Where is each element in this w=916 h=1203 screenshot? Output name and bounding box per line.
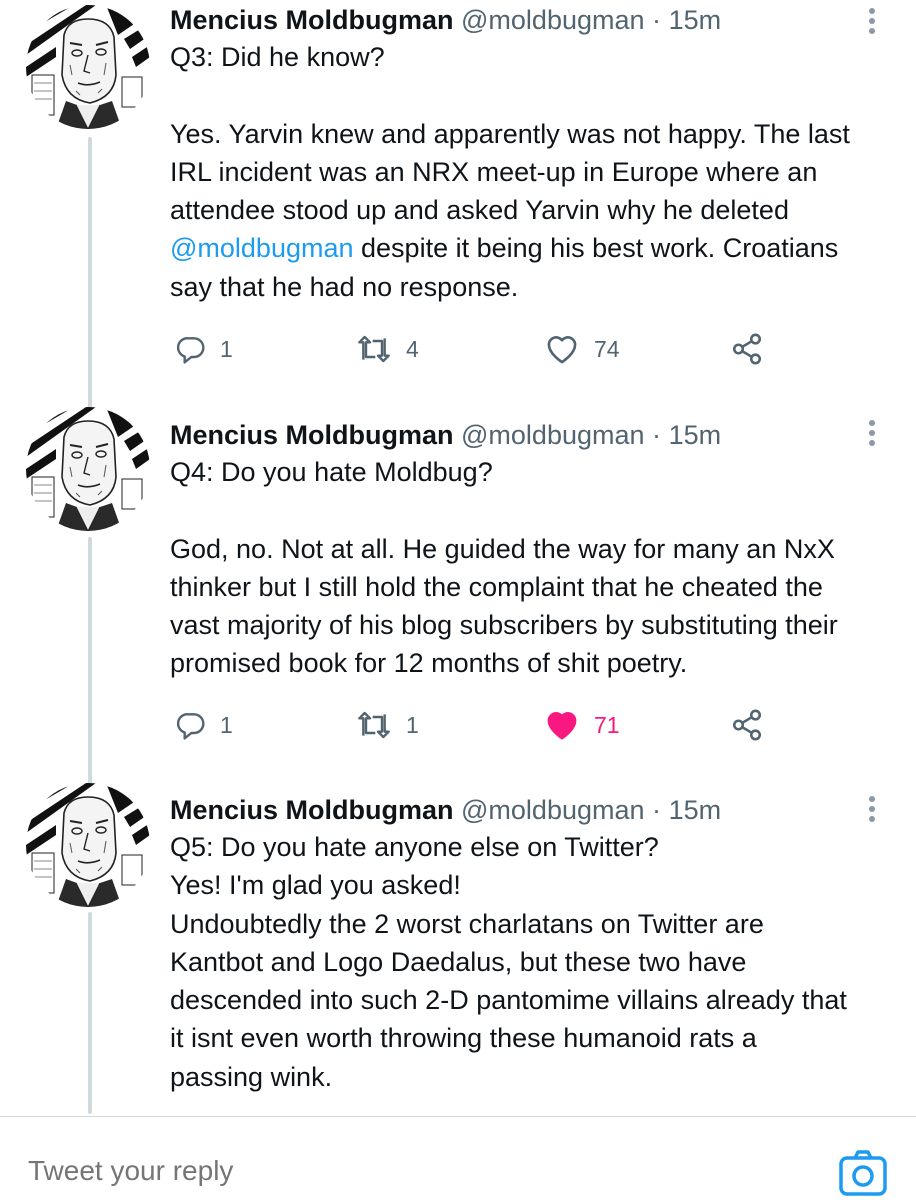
share-icon [730,708,764,742]
reply-button[interactable]: 1 [174,705,233,745]
reply-input[interactable] [28,1155,728,1187]
tweet-text: Q5: Do you hate anyone else on Twitter? … [170,832,847,1092]
tweet-header: Mencius Moldbugman @moldbugman · 15m [170,419,890,451]
heart-icon [544,333,580,365]
reply-icon [174,333,206,365]
retweet-count: 1 [406,711,419,738]
retweet-button[interactable]: 4 [356,329,419,369]
separator-dot: · [652,5,662,35]
avatar[interactable] [26,5,150,129]
separator-dot: · [652,795,662,825]
retweet-button[interactable]: 1 [356,705,419,745]
tweet-header: Mencius Moldbugman @moldbugman · 15m [170,794,890,826]
reply-composer [0,1117,916,1200]
author-handle[interactable]: @moldbugman [461,420,645,450]
reply-count: 1 [220,711,233,738]
more-icon[interactable] [862,8,882,38]
author-name[interactable]: Mencius Moldbugman [170,5,454,35]
share-button[interactable] [730,705,764,745]
reply-icon [174,709,206,741]
reply-count: 1 [220,335,233,362]
tweet-header: Mencius Moldbugman @moldbugman · 15m [170,4,890,36]
author-name[interactable]: Mencius Moldbugman [170,795,454,825]
avatar[interactable] [26,407,150,531]
timestamp[interactable]: 15m [669,420,722,450]
avatar[interactable] [26,783,150,907]
reply-button[interactable]: 1 [174,329,233,369]
tweet-text: Q4: Do you hate Moldbug? God, no. Not at… [170,457,838,679]
tweet-actions: 1 1 71 [170,705,810,745]
timestamp[interactable]: 15m [669,5,722,35]
separator-dot: · [652,420,662,450]
retweet-icon [356,333,392,365]
mention-link[interactable]: @moldbugman [170,233,354,263]
retweet-count: 4 [406,335,419,362]
tweet-actions: 1 4 74 [170,329,810,369]
more-icon[interactable] [862,796,882,826]
thread-line [88,912,92,1114]
retweet-icon [356,709,392,741]
author-handle[interactable]: @moldbugman [461,795,645,825]
share-icon [730,332,764,366]
more-icon[interactable] [862,420,882,450]
like-count: 74 [594,335,620,362]
author-handle[interactable]: @moldbugman [461,5,645,35]
share-button[interactable] [730,329,764,369]
heart-icon [544,709,580,741]
author-name[interactable]: Mencius Moldbugman [170,420,454,450]
camera-icon[interactable] [838,1148,888,1198]
tweet-text: Q3: Did he know? Yes. Yarvin knew and ap… [170,38,890,306]
thread-line [88,537,92,787]
like-button[interactable]: 71 [544,705,620,745]
like-button[interactable]: 74 [544,329,620,369]
like-count: 71 [594,711,620,738]
thread-line [88,137,92,411]
timestamp[interactable]: 15m [669,795,722,825]
tweet-text-part: Q3: Did he know? Yes. Yarvin knew and ap… [170,42,850,226]
